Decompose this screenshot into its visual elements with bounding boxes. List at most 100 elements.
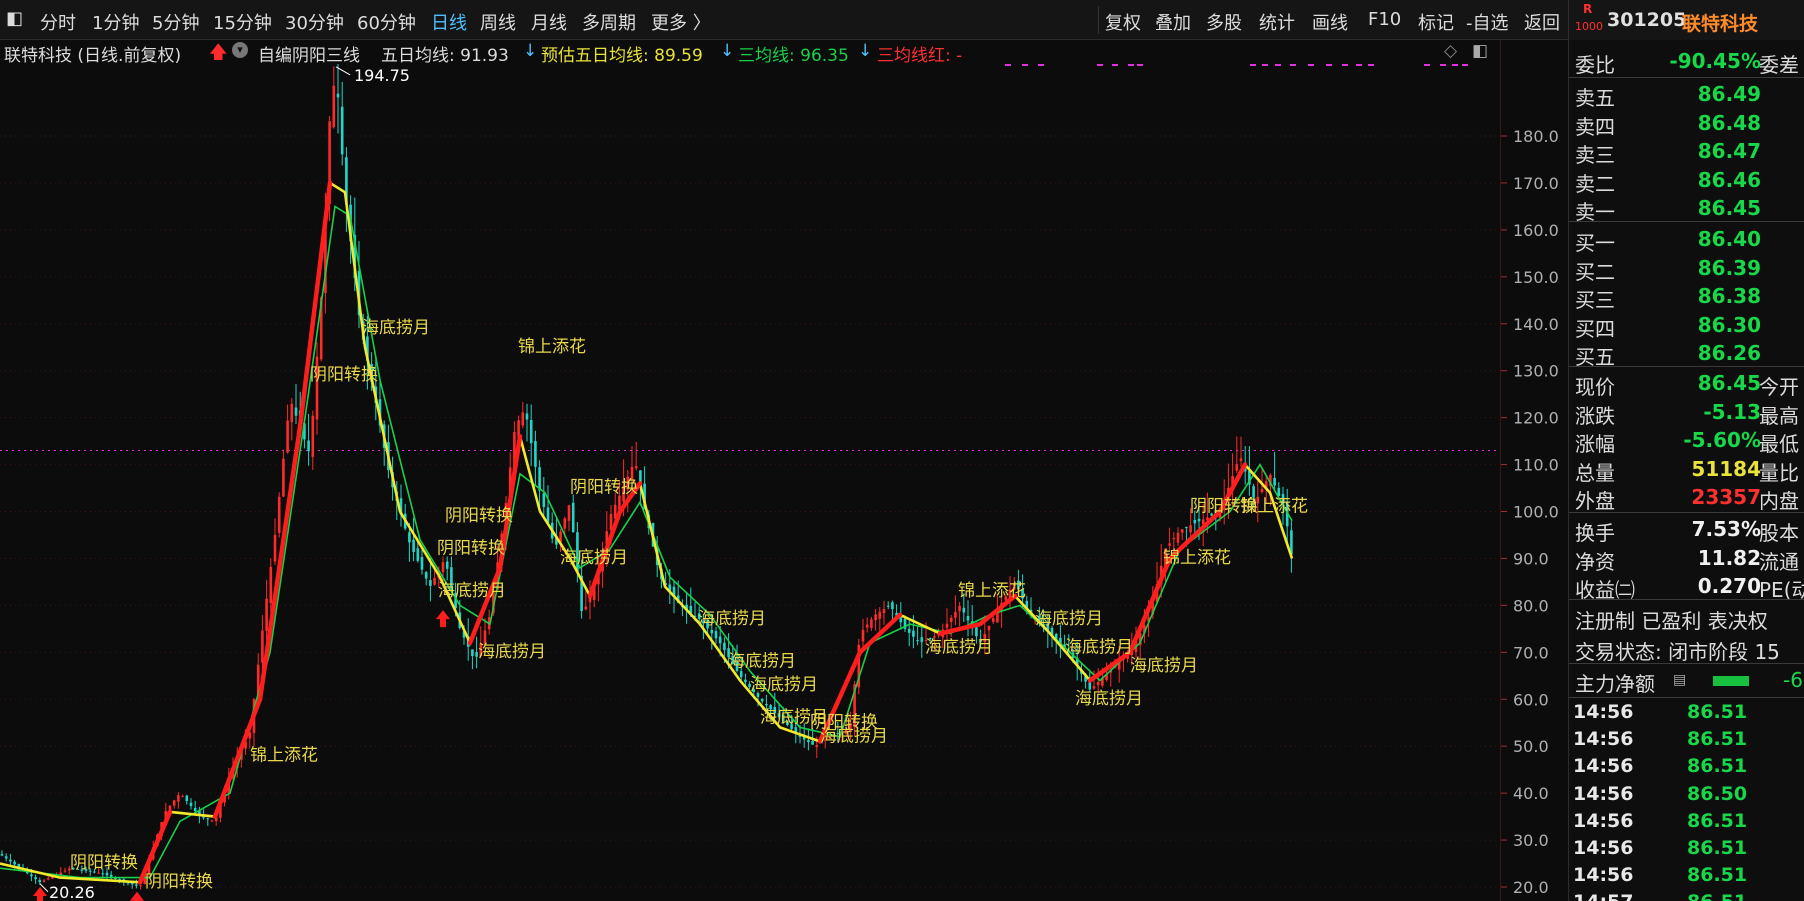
fund-row-1-value: 11.82 (1697, 545, 1761, 570)
stat-row-3-label: 总量 (1575, 460, 1615, 485)
multi-stock-button[interactable]: 多股 (1206, 9, 1242, 35)
statistics-button[interactable]: 统计 (1259, 9, 1295, 35)
diamond-icon[interactable]: ◇ (1444, 41, 1457, 61)
axis-tick-label: 60.0 (1513, 690, 1549, 709)
fuquan-button[interactable]: 复权 (1105, 9, 1141, 35)
candle-body (433, 577, 436, 585)
signal-annotation: 海底捞月 (1130, 656, 1198, 676)
stat-row-2-label: 涨幅 (1575, 432, 1615, 456)
stat-row-4-value: 23357 (1691, 485, 1761, 509)
kline-chart[interactable]: 阴阳转换阴阳转换锦上添花阴阳转换海底捞月阴阳转换阴阳转换海底捞月海底捞月锦上添花… (0, 64, 1500, 901)
candle-body (63, 870, 67, 872)
candle-body (1193, 520, 1197, 524)
ask-level-5-label: 卖五 (1575, 86, 1615, 110)
candle-body (529, 420, 533, 444)
stat-row-0-extra-label: 今开 (1759, 375, 1799, 399)
candle-body (294, 407, 298, 416)
candle-body (542, 493, 546, 507)
list-icon[interactable]: ▤ (1673, 672, 1686, 688)
stat-row-4: 外盘 23357 内盘 (1569, 483, 1804, 513)
divider (1569, 366, 1804, 367)
bid-level-5-value: 86.26 (1697, 341, 1761, 365)
ask-level-2-value: 86.46 (1697, 167, 1761, 192)
bid-level-3-label: 买三 (1575, 288, 1615, 312)
candle-body (30, 874, 33, 877)
signal-dot (1128, 64, 1134, 66)
signal-annotation: 海底捞月 (1065, 637, 1133, 657)
tab-weekly[interactable]: 周线 (480, 9, 516, 35)
signal-dot (1308, 64, 1314, 66)
candle-body (865, 624, 869, 628)
candle-body (290, 403, 294, 423)
divider (1569, 221, 1804, 222)
candle-body (265, 598, 268, 632)
tick-time: 14:56 (1573, 755, 1634, 778)
candle-body (181, 796, 184, 798)
settings-dropdown-icon[interactable]: ▾ (232, 42, 248, 58)
period-toolbar: ◧ 分时 1分钟 5分钟 15分钟 30分钟 60分钟 日线 周线 月线 多周期… (0, 0, 1568, 40)
tab-15min[interactable]: 15分钟 (213, 9, 272, 35)
ask-level-2-label: 卖二 (1575, 171, 1615, 196)
tick-row: 14:56 86.51 (1569, 863, 1804, 890)
signal-dot (1022, 64, 1028, 66)
candle-body (1176, 532, 1180, 543)
candle-body (177, 795, 180, 802)
divider (1569, 663, 1804, 664)
fund-row-1-label: 净资 (1575, 549, 1615, 574)
window-menu-icon[interactable]: ◧ (6, 8, 23, 29)
candle-body (193, 808, 197, 811)
watchlist-button[interactable]: -自选 (1466, 9, 1509, 35)
bid-level-3: 买三 86.38 (1569, 282, 1804, 312)
signal-dot (1250, 64, 1256, 66)
stock-header: R 1000 301205 联特科技 (1569, 0, 1804, 40)
candle-body (46, 878, 50, 880)
axis-tick-label: 110.0 (1513, 456, 1559, 475)
window-toggle-icon[interactable]: ◧ (1472, 41, 1488, 61)
bid-level-2-value: 86.39 (1697, 255, 1761, 280)
tab-multi-period[interactable]: 多周期 (582, 9, 636, 35)
axis-tick-label: 140.0 (1513, 315, 1559, 334)
tab-daily[interactable]: 日线 (431, 9, 467, 35)
fund-row-1: 净资 11.82 流通 (1569, 544, 1804, 574)
draw-line-button[interactable]: 画线 (1312, 9, 1348, 35)
signal-annotation: 阴阳转换 (445, 506, 513, 526)
stock-badge-top: R (1583, 2, 1593, 16)
tab-fenshi[interactable]: 分时 (40, 9, 76, 35)
candle-body (189, 802, 193, 807)
formula-name[interactable]: 自编阴阳三线 (258, 41, 360, 66)
tab-60min[interactable]: 60分钟 (357, 9, 416, 35)
candle-body (269, 566, 273, 604)
low-price-label: 20.26 (49, 883, 95, 901)
candle-body (408, 532, 411, 543)
axis-tick-label: 130.0 (1513, 362, 1559, 381)
candle-body (261, 630, 264, 663)
signal-annotation: 锦上添花 (958, 581, 1026, 601)
stat-row-1-extra-label: 最高 (1759, 403, 1799, 428)
ma5-value: 五日均线: 91.93 (381, 46, 509, 66)
fund-row-0-extra-label: 股本 (1759, 521, 1799, 545)
tab-monthly[interactable]: 月线 (531, 9, 567, 35)
candle-body (336, 93, 340, 98)
price-axis: 180.0 170.0 160.0 150.0 140.0 130.0 120.0 110.0… (1500, 40, 1559, 901)
tab-5min[interactable]: 5分钟 (152, 9, 199, 35)
back-button[interactable]: 返回 (1524, 9, 1560, 35)
red-segment (257, 424, 303, 702)
stock-code: 301205 (1607, 9, 1687, 31)
candle-body (567, 505, 571, 521)
fund-row-2: 收益㈡0.270PE(动 (1569, 572, 1804, 602)
candle-body (878, 611, 882, 619)
signal-dot (1275, 64, 1281, 66)
signal-annotation: 锦上添花 (1240, 497, 1308, 517)
tab-1min[interactable]: 1分钟 (92, 9, 139, 35)
mark-button[interactable]: 标记 (1418, 9, 1454, 35)
f10-button[interactable]: F10 (1368, 9, 1401, 30)
candle-body (307, 440, 310, 452)
tab-30min[interactable]: 30分钟 (285, 9, 344, 35)
tab-more[interactable]: 更多 〉 (651, 9, 711, 35)
overlay-button[interactable]: 叠加 (1155, 9, 1191, 35)
stat-row-0: 现价 86.45 今开 (1569, 369, 1804, 399)
candle-body (172, 800, 176, 806)
signal-dot (1326, 64, 1332, 66)
candle-body (954, 611, 957, 618)
signal-dot (1452, 64, 1458, 66)
